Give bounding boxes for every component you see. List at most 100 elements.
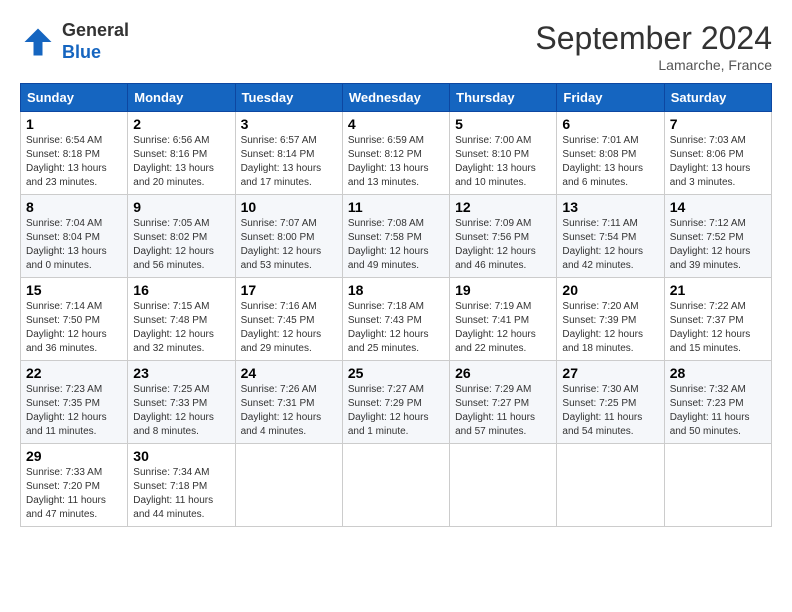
day-number: 4 xyxy=(348,116,444,132)
logo: General Blue xyxy=(20,20,129,63)
day-number: 7 xyxy=(670,116,766,132)
day-number: 10 xyxy=(241,199,337,215)
calendar-cell: 15 Sunrise: 7:14 AMSunset: 7:50 PMDayligh… xyxy=(21,278,128,361)
calendar-header-row: Sunday Monday Tuesday Wednesday Thursday… xyxy=(21,84,772,112)
calendar-cell: 23 Sunrise: 7:25 AMSunset: 7:33 PMDayligh… xyxy=(128,361,235,444)
calendar-cell: 16Sunrise: 7:15 AMSunset: 7:48 PMDayligh… xyxy=(128,278,235,361)
day-number: 28 xyxy=(670,365,766,381)
calendar-cell: 14 Sunrise: 7:12 AMSunset: 7:52 PMDayligh… xyxy=(664,195,771,278)
col-saturday: Saturday xyxy=(664,84,771,112)
calendar-cell: 20Sunrise: 7:20 AMSunset: 7:39 PMDayligh… xyxy=(557,278,664,361)
calendar-cell: 17 Sunrise: 7:16 AMSunset: 7:45 PMDayligh… xyxy=(235,278,342,361)
calendar-cell: 19Sunrise: 7:19 AMSunset: 7:41 PMDayligh… xyxy=(450,278,557,361)
day-number: 12 xyxy=(455,199,551,215)
day-number: 17 xyxy=(241,282,337,298)
calendar-week-4: 22 Sunrise: 7:23 AMSunset: 7:35 PMDayligh… xyxy=(21,361,772,444)
day-number: 2 xyxy=(133,116,229,132)
day-info: Sunrise: 7:16 AMSunset: 7:45 PMDaylight:… xyxy=(241,300,337,356)
day-info: Sunrise: 7:20 AMSunset: 7:39 PMDaylight:… xyxy=(562,300,658,356)
day-number: 26 xyxy=(455,365,551,381)
calendar-cell: 30Sunrise: 7:34 AMSunset: 7:18 PMDayligh… xyxy=(128,444,235,527)
day-number: 11 xyxy=(348,199,444,215)
day-info: Sunrise: 7:00 AMSunset: 8:10 PMDaylight:… xyxy=(455,134,551,190)
calendar-cell xyxy=(450,444,557,527)
day-info: Sunrise: 7:11 AMSunset: 7:54 PMDaylight:… xyxy=(562,217,658,273)
month-title: September 2024 xyxy=(535,20,772,57)
calendar-cell: 1Sunrise: 6:54 AMSunset: 8:18 PMDaylight… xyxy=(21,112,128,195)
col-sunday: Sunday xyxy=(21,84,128,112)
calendar-week-1: 1Sunrise: 6:54 AMSunset: 8:18 PMDaylight… xyxy=(21,112,772,195)
day-info: Sunrise: 7:22 AMSunset: 7:37 PMDaylight:… xyxy=(670,300,766,356)
calendar-cell: 3 Sunrise: 6:57 AMSunset: 8:14 PMDaylight… xyxy=(235,112,342,195)
day-info: Sunrise: 6:57 AMSunset: 8:14 PMDaylight:… xyxy=(241,134,337,190)
day-number: 29 xyxy=(26,448,122,464)
day-info: Sunrise: 7:01 AMSunset: 8:08 PMDaylight:… xyxy=(562,134,658,190)
calendar-cell xyxy=(664,444,771,527)
calendar-cell: 4 Sunrise: 6:59 AMSunset: 8:12 PMDaylight… xyxy=(342,112,449,195)
calendar-cell: 22 Sunrise: 7:23 AMSunset: 7:35 PMDayligh… xyxy=(21,361,128,444)
day-info: Sunrise: 7:07 AMSunset: 8:00 PMDaylight:… xyxy=(241,217,337,273)
col-monday: Monday xyxy=(128,84,235,112)
calendar-cell: 24 Sunrise: 7:26 AMSunset: 7:31 PMDayligh… xyxy=(235,361,342,444)
day-number: 24 xyxy=(241,365,337,381)
day-info: Sunrise: 7:08 AMSunset: 7:58 PMDaylight:… xyxy=(348,217,444,273)
location: Lamarche, France xyxy=(535,57,772,73)
day-info: Sunrise: 7:33 AMSunset: 7:20 PMDaylight:… xyxy=(26,466,122,522)
calendar-cell xyxy=(235,444,342,527)
calendar-week-2: 8 Sunrise: 7:04 AMSunset: 8:04 PMDaylight… xyxy=(21,195,772,278)
col-tuesday: Tuesday xyxy=(235,84,342,112)
day-info: Sunrise: 7:26 AMSunset: 7:31 PMDaylight:… xyxy=(241,383,337,439)
day-number: 21 xyxy=(670,282,766,298)
day-number: 23 xyxy=(133,365,229,381)
day-info: Sunrise: 7:25 AMSunset: 7:33 PMDaylight:… xyxy=(133,383,229,439)
day-info: Sunrise: 6:54 AMSunset: 8:18 PMDaylight:… xyxy=(26,134,122,190)
day-info: Sunrise: 7:09 AMSunset: 7:56 PMDaylight:… xyxy=(455,217,551,273)
day-info: Sunrise: 7:32 AMSunset: 7:23 PMDaylight:… xyxy=(670,383,766,439)
day-number: 30 xyxy=(133,448,229,464)
day-number: 27 xyxy=(562,365,658,381)
calendar-cell: 8 Sunrise: 7:04 AMSunset: 8:04 PMDaylight… xyxy=(21,195,128,278)
calendar-cell: 6Sunrise: 7:01 AMSunset: 8:08 PMDaylight… xyxy=(557,112,664,195)
logo-icon xyxy=(20,24,56,60)
day-info: Sunrise: 7:27 AMSunset: 7:29 PMDaylight:… xyxy=(348,383,444,439)
day-info: Sunrise: 7:23 AMSunset: 7:35 PMDaylight:… xyxy=(26,383,122,439)
day-number: 3 xyxy=(241,116,337,132)
day-info: Sunrise: 7:04 AMSunset: 8:04 PMDaylight:… xyxy=(26,217,122,273)
day-number: 18 xyxy=(348,282,444,298)
day-number: 15 xyxy=(26,282,122,298)
col-friday: Friday xyxy=(557,84,664,112)
day-info: Sunrise: 7:30 AMSunset: 7:25 PMDaylight:… xyxy=(562,383,658,439)
calendar-cell: 25Sunrise: 7:27 AMSunset: 7:29 PMDayligh… xyxy=(342,361,449,444)
day-number: 13 xyxy=(562,199,658,215)
col-wednesday: Wednesday xyxy=(342,84,449,112)
day-info: Sunrise: 7:18 AMSunset: 7:43 PMDaylight:… xyxy=(348,300,444,356)
day-info: Sunrise: 7:03 AMSunset: 8:06 PMDaylight:… xyxy=(670,134,766,190)
col-thursday: Thursday xyxy=(450,84,557,112)
calendar-cell: 29 Sunrise: 7:33 AMSunset: 7:20 PMDayligh… xyxy=(21,444,128,527)
day-number: 22 xyxy=(26,365,122,381)
day-number: 8 xyxy=(26,199,122,215)
day-number: 14 xyxy=(670,199,766,215)
calendar-cell: 10 Sunrise: 7:07 AMSunset: 8:00 PMDayligh… xyxy=(235,195,342,278)
calendar-cell: 5 Sunrise: 7:00 AMSunset: 8:10 PMDaylight… xyxy=(450,112,557,195)
title-block: September 2024 Lamarche, France xyxy=(535,20,772,73)
day-info: Sunrise: 7:19 AMSunset: 7:41 PMDaylight:… xyxy=(455,300,551,356)
calendar-cell: 28 Sunrise: 7:32 AMSunset: 7:23 PMDayligh… xyxy=(664,361,771,444)
calendar-cell: 21 Sunrise: 7:22 AMSunset: 7:37 PMDayligh… xyxy=(664,278,771,361)
calendar-cell: 27 Sunrise: 7:30 AMSunset: 7:25 PMDayligh… xyxy=(557,361,664,444)
logo-text: General Blue xyxy=(62,20,129,63)
calendar-cell: 13 Sunrise: 7:11 AMSunset: 7:54 PMDayligh… xyxy=(557,195,664,278)
day-number: 9 xyxy=(133,199,229,215)
calendar-cell: 7 Sunrise: 7:03 AMSunset: 8:06 PMDaylight… xyxy=(664,112,771,195)
day-info: Sunrise: 7:12 AMSunset: 7:52 PMDaylight:… xyxy=(670,217,766,273)
calendar-cell xyxy=(557,444,664,527)
day-info: Sunrise: 7:14 AMSunset: 7:50 PMDaylight:… xyxy=(26,300,122,356)
calendar-cell: 11 Sunrise: 7:08 AMSunset: 7:58 PMDayligh… xyxy=(342,195,449,278)
day-number: 5 xyxy=(455,116,551,132)
calendar-week-3: 15 Sunrise: 7:14 AMSunset: 7:50 PMDayligh… xyxy=(21,278,772,361)
calendar-cell: 18 Sunrise: 7:18 AMSunset: 7:43 PMDayligh… xyxy=(342,278,449,361)
calendar-cell: 26Sunrise: 7:29 AMSunset: 7:27 PMDayligh… xyxy=(450,361,557,444)
calendar-cell: 12 Sunrise: 7:09 AMSunset: 7:56 PMDayligh… xyxy=(450,195,557,278)
calendar-body: 1Sunrise: 6:54 AMSunset: 8:18 PMDaylight… xyxy=(21,112,772,527)
day-info: Sunrise: 6:59 AMSunset: 8:12 PMDaylight:… xyxy=(348,134,444,190)
